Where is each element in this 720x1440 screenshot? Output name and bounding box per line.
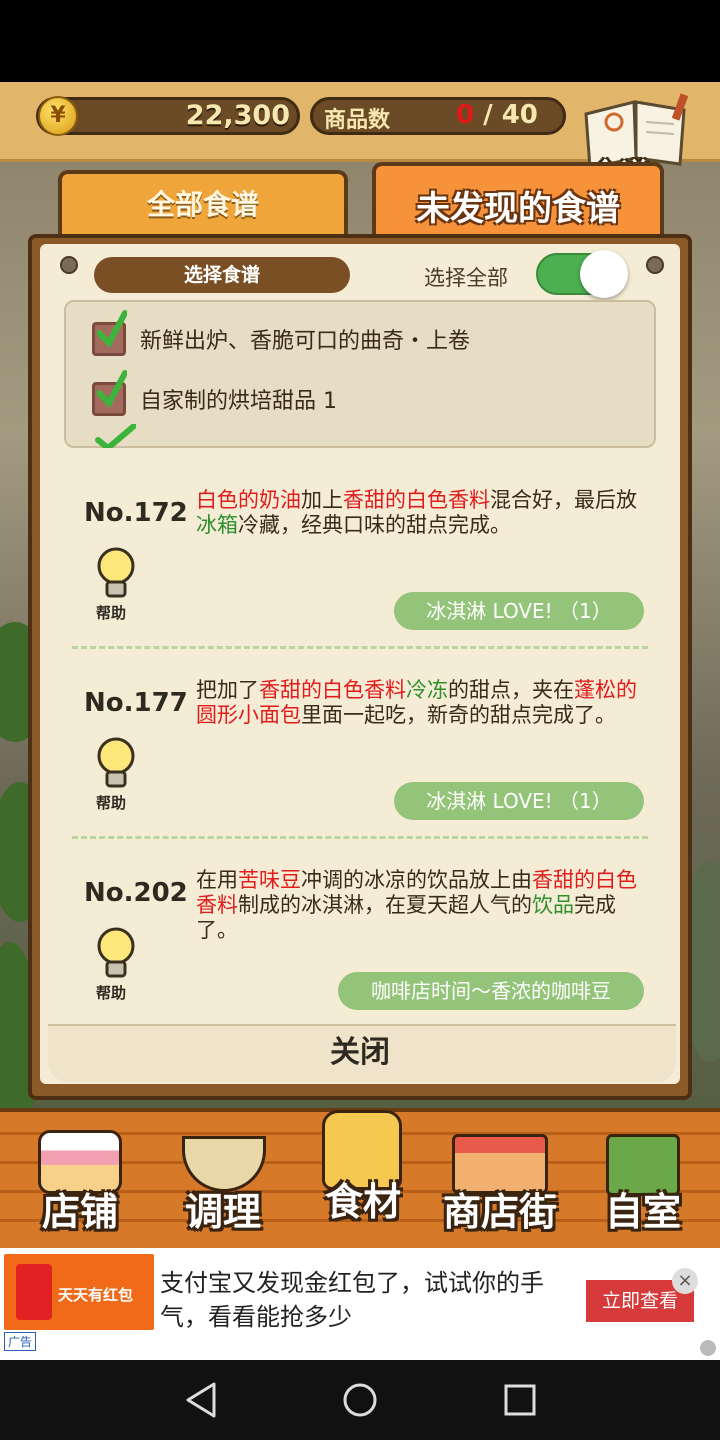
description-segment: 把加了 (196, 678, 259, 702)
recipe-entry: No.202 帮助 在用苦味豆冲调的冰凉的饮品放上由香甜的白色香料制成的冰淇淋，… (64, 834, 656, 1024)
description-segment: 在用 (196, 868, 238, 892)
select-recipe-header: 选择食谱 (94, 257, 350, 293)
checkbox[interactable] (92, 370, 127, 416)
back-icon[interactable] (184, 1382, 218, 1418)
recipe-number: No.172 (84, 498, 188, 528)
description-segment: 白色的奶油 (196, 488, 301, 512)
help-button[interactable]: 帮助 (96, 792, 126, 813)
items-count: 0 / 40 (456, 100, 538, 130)
red-envelope-icon (16, 1264, 52, 1320)
checkbox[interactable] (92, 310, 127, 356)
nav-cook[interactable]: 调理 (158, 1110, 288, 1246)
recipe-description: 白色的奶油加上香甜的白色香料混合好，最后放冰箱冷藏，经典口味的甜点完成。 (196, 488, 642, 538)
home-icon[interactable] (342, 1382, 378, 1418)
recipe-category-tag[interactable]: 冰淇淋 LOVE! （1） (394, 592, 644, 630)
ad-close-icon[interactable]: × (672, 1268, 698, 1294)
nav-shop[interactable]: 店铺 (20, 1110, 140, 1246)
filter-item[interactable]: 新鲜出炉、香脆可口的曲奇・上卷 (92, 310, 471, 364)
items-label: 商品数 (324, 108, 391, 133)
rivet-icon (60, 256, 78, 274)
status-bar (0, 0, 720, 82)
recents-icon[interactable] (504, 1384, 536, 1416)
description-segment: 饮品 (532, 893, 574, 917)
tab-all-recipes[interactable]: 全部食谱 (58, 170, 348, 240)
recipe-category-tag[interactable]: 咖啡店时间〜香浓的咖啡豆 (338, 972, 644, 1010)
nav-shopping-street[interactable]: 商店街 (428, 1110, 572, 1246)
close-button[interactable]: 关闭 (300, 1030, 420, 1076)
nav-my-room[interactable]: 自室 (588, 1110, 698, 1246)
description-segment: 里面一起吃，新奇的甜点完成了。 (301, 703, 616, 727)
nav-ingredients[interactable]: 食材 (308, 1110, 418, 1246)
nav-label: 商店街 (442, 1190, 557, 1234)
recipe-description: 在用苦味豆冲调的冰凉的饮品放上由香甜的白色香料制成的冰淇淋，在夏天超人气的饮品完… (196, 868, 642, 943)
description-segment: 的甜点，夹在 (448, 678, 574, 702)
recipe-entry: No.177 帮助 把加了香甜的白色香料冷冻的甜点，夹在蓬松的圆形小面包里面一起… (64, 644, 656, 834)
ad-label: 广告 (4, 1332, 37, 1351)
description-segment: 苦味豆 (238, 868, 301, 892)
description-segment: 混合好，最后放 (490, 488, 637, 512)
nav-label: 自室 (604, 1190, 681, 1234)
ad-text[interactable]: 支付宝又发现金红包了，试试你的手气，看看能抢多少 (160, 1266, 560, 1334)
recipe-description: 把加了香甜的白色香料冷冻的甜点，夹在蓬松的圆形小面包里面一起吃，新奇的甜点完成了… (196, 678, 642, 728)
checkmark-icon (95, 424, 136, 448)
description-segment: 冷冻 (406, 678, 448, 702)
description-segment: 香甜的白色香料 (343, 488, 490, 512)
ad-brand: 天天有红包 (58, 1286, 134, 1304)
nav-label: 食材 (324, 1180, 401, 1224)
description-segment: 香甜的白色香料 (259, 678, 406, 702)
filter-item-label: 新鲜出炉、香脆可口的曲奇・上卷 (140, 329, 471, 354)
rivet-icon (646, 256, 664, 274)
money-value: 22,300 (185, 100, 290, 131)
lightbulb-icon[interactable] (94, 926, 138, 982)
description-segment: 冷藏，经典口味的甜点完成。 (238, 513, 511, 537)
nav-label: 调理 (184, 1190, 261, 1234)
description-segment: 冲调的冰凉的饮品放上由 (301, 868, 532, 892)
recipe-entry: No.172 帮助 白色的奶油加上香甜的白色香料混合好，最后放冰箱冷藏，经典口味… (64, 454, 656, 644)
help-button[interactable]: 帮助 (96, 602, 126, 623)
filter-item-label: 自家制的烘培甜品 1 (140, 389, 337, 414)
checkmark-icon (97, 310, 127, 348)
lightbulb-icon[interactable] (94, 736, 138, 792)
items-current: 0 (456, 100, 475, 130)
recipe-category-tag[interactable]: 冰淇淋 LOVE! （1） (394, 782, 644, 820)
items-total: / 40 (483, 100, 538, 130)
checkmark-icon (97, 370, 127, 408)
description-segment: 加上 (301, 488, 343, 512)
recipe-number: No.177 (84, 688, 188, 718)
nav-label: 店铺 (41, 1190, 118, 1234)
description-segment: 制成的冰淇淋，在夏天超人气的 (238, 893, 532, 917)
yen-coin-icon: ¥ (38, 96, 78, 136)
description-segment: 冰箱 (196, 513, 238, 537)
lightbulb-icon[interactable] (94, 546, 138, 602)
select-all-label: 选择全部 (424, 266, 508, 290)
toggle-knob[interactable] (580, 250, 628, 298)
ad-info-icon[interactable] (700, 1340, 716, 1356)
help-button[interactable]: 帮助 (96, 982, 126, 1003)
filter-item[interactable]: 自家制的烘培甜品 1 (92, 370, 337, 424)
recipe-number: No.202 (84, 878, 188, 908)
